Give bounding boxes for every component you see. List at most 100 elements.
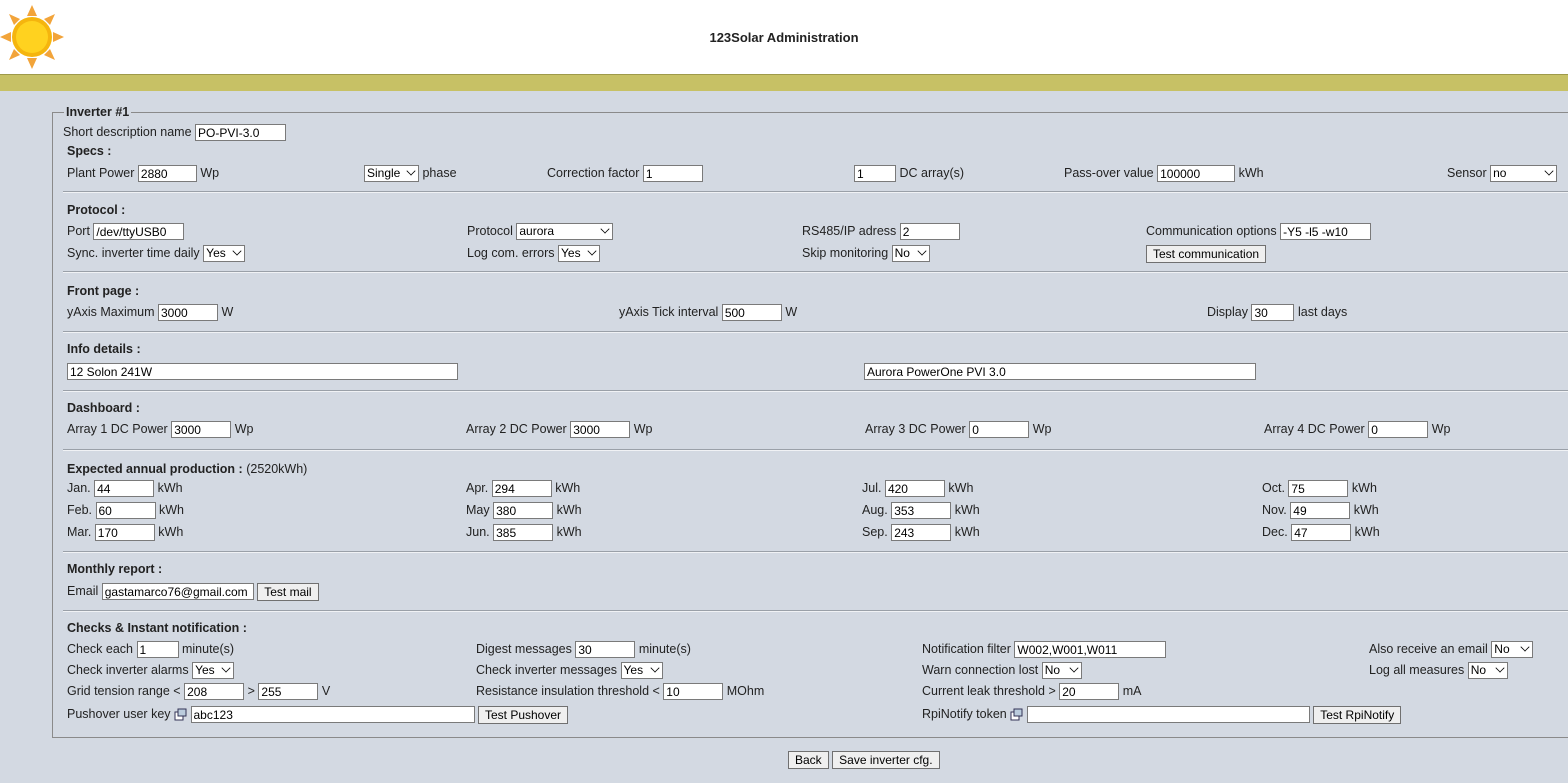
array4-input[interactable] — [1368, 421, 1429, 439]
array2-label: Array 2 DC Power — [466, 422, 567, 436]
month-sep-input[interactable] — [891, 524, 952, 542]
pushover-key-input[interactable] — [190, 706, 475, 724]
digest-unit: minute(s) — [638, 642, 691, 656]
ytick-input[interactable] — [721, 304, 782, 322]
dc-arrays-input[interactable] — [854, 165, 896, 183]
monthly-report-title: Monthly report : — [67, 562, 163, 576]
comm-options-input[interactable] — [1280, 223, 1372, 241]
warn-connection-select[interactable]: No — [1041, 662, 1082, 680]
month-nov-input[interactable] — [1290, 502, 1351, 520]
month-label: Jan. — [67, 481, 91, 495]
divider — [63, 449, 1568, 451]
also-email-select[interactable]: No — [1491, 641, 1534, 659]
sensor-select[interactable]: no — [1490, 165, 1558, 183]
correction-label: Correction factor — [547, 166, 640, 180]
array2-input[interactable] — [570, 421, 631, 439]
email-field[interactable] — [101, 583, 254, 601]
check-each-input[interactable] — [136, 641, 179, 659]
month-unit: kWh — [1351, 481, 1377, 495]
month-unit: kWh — [158, 525, 184, 539]
array3-input[interactable] — [969, 421, 1030, 439]
month-unit: kWh — [948, 481, 974, 495]
display-days-input[interactable] — [1251, 304, 1295, 322]
sync-time-select[interactable]: Yes — [203, 245, 246, 263]
rs485-input[interactable] — [899, 223, 960, 241]
month-mar-input[interactable] — [94, 524, 155, 542]
array4-label: Array 4 DC Power — [1264, 422, 1365, 436]
sensor-label: Sensor — [1447, 166, 1487, 180]
inverter-alarms-select-value: Yes — [195, 663, 215, 678]
expected-total: (2520kWh) — [246, 462, 308, 476]
back-button[interactable]: Back — [788, 750, 829, 769]
ymax-label: yAxis Maximum — [67, 305, 155, 319]
month-label: Oct. — [1262, 481, 1285, 495]
leak-threshold-input[interactable] — [1059, 683, 1120, 701]
inverter-alarms-select[interactable]: Yes — [192, 662, 235, 680]
passover-input[interactable] — [1157, 165, 1236, 183]
info-panel-input[interactable] — [67, 363, 458, 381]
month-jun-input[interactable] — [493, 524, 554, 542]
array1-input[interactable] — [171, 421, 232, 439]
external-link-icon[interactable] — [1010, 708, 1023, 721]
month-feb-input[interactable] — [95, 502, 156, 520]
test-mail-button[interactable]: Test mail — [257, 582, 319, 601]
month-may-input[interactable] — [493, 502, 554, 520]
notification-filter-input[interactable] — [1014, 641, 1167, 659]
chevron-down-icon — [1495, 663, 1505, 673]
test-communication-button[interactable]: Test communication — [1146, 244, 1267, 263]
digest-input[interactable] — [575, 641, 636, 659]
month-oct-input[interactable] — [1288, 480, 1349, 498]
inverter-messages-label: Check inverter messages — [476, 663, 618, 677]
short-desc-input[interactable] — [195, 124, 287, 142]
log-com-select-value: Yes — [561, 246, 581, 261]
email-label: Email — [67, 584, 99, 598]
check-each-unit: minute(s) — [181, 642, 235, 656]
month-label: Aug. — [862, 503, 888, 517]
month-unit: kWh — [556, 525, 582, 539]
save-inverter-button[interactable]: Save inverter cfg. — [832, 750, 940, 769]
month-aug-input[interactable] — [891, 502, 952, 520]
test-pushover-button[interactable]: Test Pushover — [477, 705, 569, 724]
external-link-icon[interactable] — [174, 708, 187, 721]
display-unit: last days — [1297, 305, 1348, 319]
month-dec-input[interactable] — [1291, 524, 1352, 542]
dc-arrays-label: DC array(s) — [899, 166, 965, 180]
phase-select[interactable]: Single — [364, 165, 419, 183]
rpinotify-token-input[interactable] — [1026, 706, 1310, 724]
ymax-input[interactable] — [158, 304, 218, 322]
array1-label: Array 1 DC Power — [67, 422, 168, 436]
month-jul-input[interactable] — [884, 480, 945, 498]
log-com-label: Log com. errors — [467, 246, 555, 260]
chevron-down-icon — [1069, 663, 1079, 673]
short-desc-label: Short description name — [63, 125, 192, 139]
skip-monitoring-label: Skip monitoring — [802, 246, 889, 260]
check-each-label: Check each — [67, 642, 134, 656]
phase-select-value: Single — [367, 166, 401, 181]
also-email-select-value: No — [1494, 642, 1510, 657]
divider — [63, 390, 1568, 392]
test-rpinotify-button[interactable]: Test RpiNotify — [1313, 705, 1402, 724]
info-inverter-input[interactable] — [864, 363, 1256, 381]
log-all-select-value: No — [1470, 663, 1487, 678]
port-input[interactable] — [93, 223, 185, 241]
month-jan-input[interactable] — [94, 480, 155, 498]
month-label: Feb. — [67, 503, 93, 517]
display-label: Display — [1207, 305, 1248, 319]
grid-max-input[interactable] — [258, 683, 319, 701]
chevron-down-icon — [917, 246, 927, 256]
leak-threshold-label: Current leak threshold > — [922, 684, 1056, 698]
log-all-select[interactable]: No — [1467, 662, 1508, 680]
log-com-select[interactable]: Yes — [558, 245, 601, 263]
plant-power-input[interactable] — [137, 165, 197, 183]
plant-power-label: Plant Power — [67, 166, 135, 180]
ymax-unit: W — [221, 305, 234, 319]
resistance-input[interactable] — [663, 683, 724, 701]
chevron-down-icon — [406, 166, 416, 176]
correction-input[interactable] — [642, 165, 703, 183]
month-label: Dec. — [1262, 525, 1288, 539]
inverter-messages-select[interactable]: Yes — [620, 662, 663, 680]
skip-monitoring-select[interactable]: No — [891, 245, 930, 263]
month-apr-input[interactable] — [491, 480, 552, 498]
grid-min-input[interactable] — [184, 683, 245, 701]
protocol-select[interactable]: aurora — [516, 223, 614, 241]
